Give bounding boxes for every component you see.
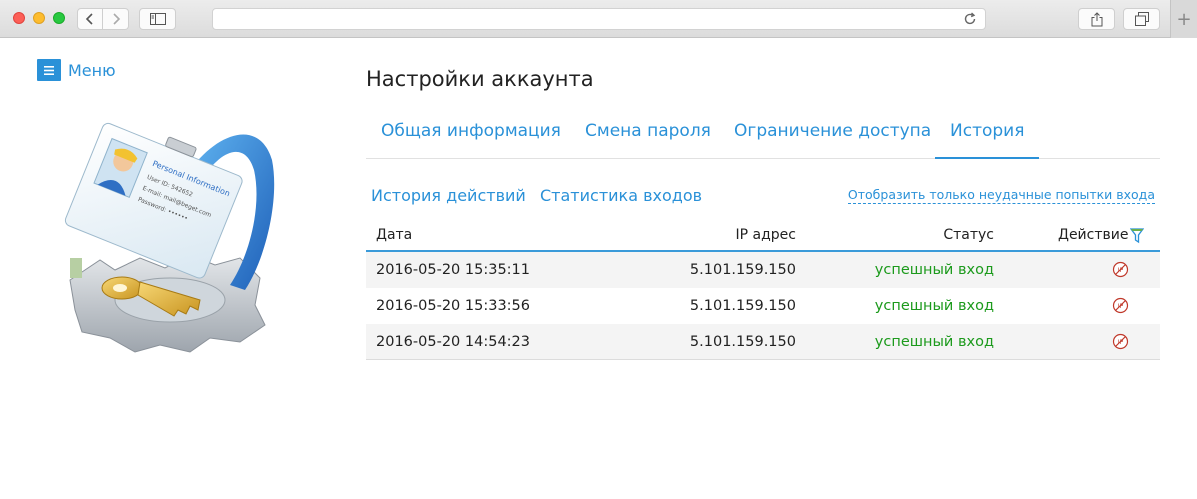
address-bar[interactable] [212,8,986,30]
table-row: 2016-05-20 15:33:56 5.101.159.150 успешн… [366,288,1160,324]
zoom-window-button[interactable] [53,12,65,24]
row-date: 2016-05-20 15:35:11 [376,262,530,278]
reload-icon[interactable] [963,12,977,26]
row-ip: 5.101.159.150 [689,334,796,350]
chevron-right-icon [112,13,120,25]
new-tab-button[interactable]: + [1170,0,1197,38]
menu-link[interactable]: Меню [37,59,116,81]
column-date: Дата [376,227,413,243]
back-button[interactable] [77,8,103,30]
column-action: Действие [1058,227,1129,243]
account-illustration: Personal Information User ID: 542652 E-m… [64,122,275,353]
sidebar-icon [149,13,166,25]
table-row: 2016-05-20 15:35:11 5.101.159.150 успешн… [366,252,1160,288]
subtab-login-stats[interactable]: Статистика входов [540,186,702,205]
forward-button[interactable] [103,8,129,30]
subtab-actions-history[interactable]: История действий [371,186,526,205]
close-window-button[interactable] [13,12,25,24]
menu-label: Меню [68,60,116,80]
table-header: Дата IP адрес Статус Действие [366,220,1160,252]
row-ip: 5.101.159.150 [689,298,796,314]
share-icon [1091,11,1102,26]
row-date: 2016-05-20 14:54:23 [376,334,530,350]
share-button[interactable] [1078,8,1115,30]
table-row: 2016-05-20 14:54:23 5.101.159.150 успешн… [366,324,1160,360]
row-status: успешный вход [874,298,994,314]
block-ip-icon[interactable]: IP [1112,261,1129,278]
page-title: Настройки аккаунта [366,67,594,91]
tab-general-info[interactable]: Общая информация [366,112,576,159]
row-status: успешный вход [874,334,994,350]
column-ip: IP адрес [735,227,796,243]
tab-access-restriction[interactable]: Ограничение доступа [719,112,946,159]
row-ip: 5.101.159.150 [689,262,796,278]
minimize-window-button[interactable] [33,12,45,24]
chevron-left-icon [85,13,93,25]
filter-icon[interactable] [1130,228,1144,244]
tab-history[interactable]: История [935,112,1040,159]
settings-tabs: Общая информация Смена пароля Ограничени… [366,112,1160,159]
show-tabs-button[interactable] [1123,8,1160,30]
tabs-icon [1134,12,1149,26]
block-ip-icon[interactable]: IP [1112,297,1129,314]
show-failed-attempts-link[interactable]: Отобразить только неудачные попытки вход… [847,187,1155,204]
row-date: 2016-05-20 15:33:56 [376,298,530,314]
login-history-table: Дата IP адрес Статус Действие 2016-05-20… [366,220,1160,360]
browser-toolbar: + [0,0,1197,38]
row-status: успешный вход [874,262,994,278]
tab-change-password[interactable]: Смена пароля [570,112,726,159]
block-ip-icon[interactable]: IP [1112,333,1129,350]
hamburger-icon [37,59,61,81]
sidebar-toggle-button[interactable] [139,8,176,30]
column-status: Статус [943,227,994,243]
